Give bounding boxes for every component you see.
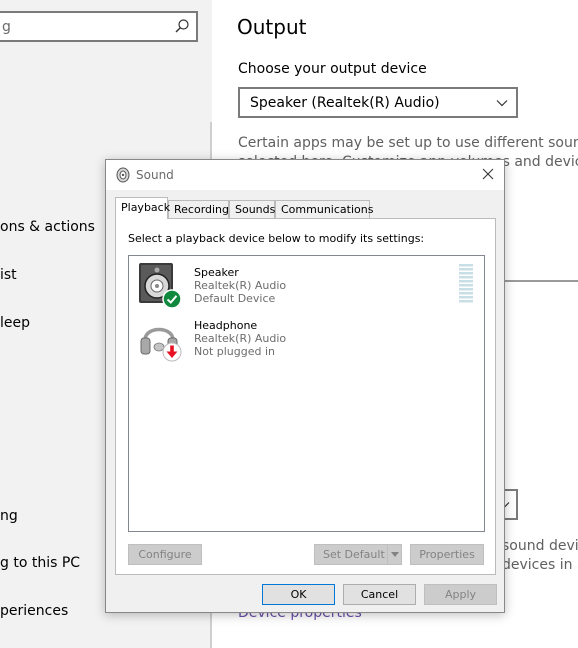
- output-device-value: Speaker (Realtek(R) Audio): [250, 95, 440, 111]
- speaker-icon: [116, 167, 130, 183]
- chevron-down-icon: [496, 100, 508, 107]
- input-description-line: devices in ac: [502, 557, 578, 573]
- dialog-titlebar[interactable]: Sound: [106, 160, 504, 190]
- sound-dialog: Sound Playback Recording Sounds Communic…: [105, 159, 505, 613]
- input-description: sound devic devices in ac: [502, 537, 578, 575]
- dialog-title: Sound: [136, 168, 174, 182]
- properties-button[interactable]: Properties: [410, 544, 484, 565]
- device-driver: Realtek(R) Audio: [194, 279, 287, 292]
- list-item-headphone[interactable]: Headphone Realtek(R) Audio Not plugged i…: [129, 309, 484, 362]
- device-list[interactable]: Speaker Realtek(R) Audio Default Device: [128, 255, 485, 532]
- apply-button[interactable]: Apply: [424, 584, 497, 605]
- device-name: Headphone: [194, 319, 258, 332]
- divider-line: [502, 280, 578, 282]
- device-name: Speaker: [194, 266, 239, 279]
- sidebar-item-focus-assist[interactable]: ist: [0, 267, 17, 283]
- output-description-line: Certain apps may be set up to use differ…: [238, 135, 578, 151]
- set-default-dropdown[interactable]: [387, 545, 401, 564]
- close-icon[interactable]: [480, 166, 496, 182]
- configure-button[interactable]: Configure: [128, 544, 202, 565]
- sidebar-item-projecting[interactable]: g to this PC: [0, 555, 80, 571]
- unplugged-arrow-icon: [162, 342, 182, 362]
- cancel-button[interactable]: Cancel: [343, 584, 416, 605]
- chevron-down-icon: [391, 552, 399, 557]
- device-driver: Realtek(R) Audio: [194, 332, 287, 345]
- device-status: Default Device: [194, 292, 276, 305]
- playback-panel: Select a playback device below to modify…: [115, 218, 496, 575]
- device-status: Not plugged in: [194, 345, 276, 358]
- choose-output-label: Choose your output device: [238, 61, 427, 77]
- tab-recording[interactable]: Recording: [168, 200, 229, 219]
- search-input[interactable]: g: [0, 11, 198, 42]
- tab-sounds[interactable]: Sounds: [229, 200, 275, 219]
- set-default-label: Set Default: [323, 548, 385, 561]
- tab-playback[interactable]: Playback: [115, 197, 170, 219]
- volume-level-meter: [459, 264, 473, 303]
- sidebar-item-power-sleep[interactable]: leep: [0, 315, 30, 331]
- sidebar-item-shared-experiences[interactable]: periences: [0, 603, 68, 619]
- sidebar-item-notifications[interactable]: ons & actions: [0, 219, 95, 235]
- page-title: Output: [237, 15, 307, 39]
- search-icon[interactable]: [174, 18, 190, 34]
- set-default-button[interactable]: Set Default: [314, 544, 402, 565]
- search-input-value: g: [2, 19, 11, 35]
- output-device-select[interactable]: Speaker (Realtek(R) Audio): [238, 87, 518, 118]
- tab-communications[interactable]: Communications: [275, 200, 373, 219]
- sidebar-item-multitasking[interactable]: ng: [0, 508, 18, 524]
- default-check-icon: [162, 289, 182, 309]
- list-item-speaker[interactable]: Speaker Realtek(R) Audio Default Device: [129, 256, 484, 309]
- playback-instruction: Select a playback device below to modify…: [128, 232, 425, 245]
- ok-button[interactable]: OK: [262, 584, 335, 605]
- input-description-line: sound devic: [502, 538, 578, 554]
